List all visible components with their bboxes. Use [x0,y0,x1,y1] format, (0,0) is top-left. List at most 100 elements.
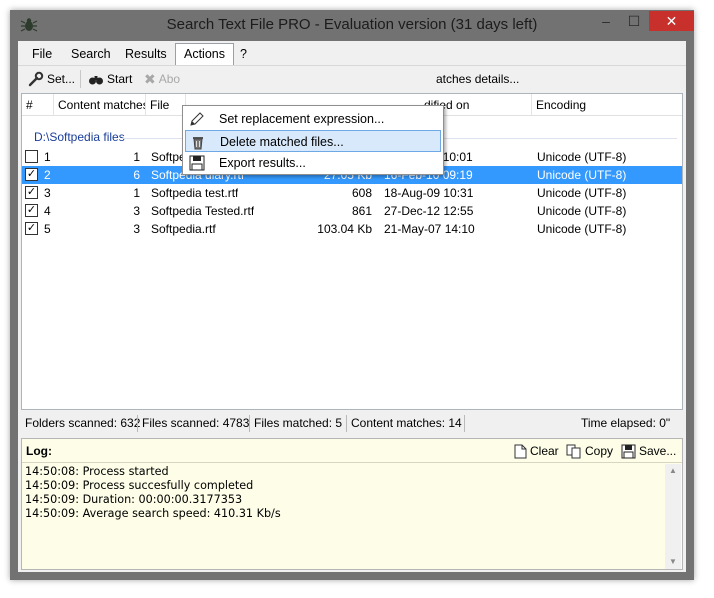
close-button[interactable]: ✕ [649,11,694,31]
row-number: 4 [44,204,51,218]
row-number: 3 [44,186,51,200]
minimize-button[interactable]: ‒ [593,11,619,31]
row-encoding: Unicode (UTF-8) [537,222,627,236]
menu-item-label: Export results... [219,156,306,170]
log-line: 14:50:09: Average search speed: 410.31 K… [25,507,281,520]
wrench-icon [28,71,44,87]
log-title: Log: [26,444,52,458]
log-line: 14:50:09: Duration: 00:00:00.3177353 [25,493,243,506]
table-row[interactable]: ✓ 4 3 Softpedia Tested.rtf 861 27-Dec-12… [22,202,682,220]
binoculars-icon [89,76,103,85]
matches-details-label: atches details... [436,72,520,86]
pencil-icon [190,112,204,126]
row-modified: 27-Dec-12 12:55 [384,204,474,218]
row-file: Softpedia.rtf [151,222,216,236]
log-save-label: Save... [639,444,677,458]
client-area: File Search Results Actions ? Set... Sta… [18,41,686,572]
table-row[interactable]: ✓ 5 3 Softpedia.rtf 103.04 Kb 21-May-07 … [22,220,682,238]
set-button[interactable]: Set... [28,70,75,88]
row-number: 1 [44,150,51,164]
status-content-matches: Content matches: 14 [351,416,462,430]
title-bar[interactable]: Search Text File PRO - Evaluation versio… [10,10,694,40]
menu-item-set-replacement[interactable]: Set replacement expression... [185,108,441,130]
log-scrollbar[interactable]: ▲ ▼ [665,464,681,569]
menu-item-export-results[interactable]: Export results... [185,152,441,174]
copy-icon [566,444,581,459]
row-file: Softpedia test.rtf [151,186,239,200]
menu-results[interactable]: Results [117,44,175,64]
app-window: Search Text File PRO - Evaluation versio… [10,10,694,580]
menu-actions[interactable]: Actions [175,43,234,66]
menu-item-delete-matched-files[interactable]: Delete matched files... [185,130,441,152]
status-folders-scanned: Folders scanned: 632 [25,416,141,430]
row-encoding: Unicode (UTF-8) [537,186,627,200]
log-text[interactable]: 14:50:08: Process started 14:50:09: Proc… [25,465,665,521]
log-copy-button[interactable]: Copy [566,443,613,460]
log-save-button[interactable]: Save... [621,443,676,460]
row-encoding: Unicode (UTF-8) [537,204,627,218]
row-modified: 18-Aug-09 10:31 [384,186,474,200]
status-separator [464,415,465,432]
scroll-down-arrow-icon[interactable]: ▼ [668,558,678,566]
column-header-file[interactable]: File [146,94,186,116]
row-matches: 1 [133,150,140,164]
row-matches: 1 [133,186,140,200]
start-button[interactable]: Start [88,70,132,88]
row-size: 103.04 Kb [317,222,372,236]
floppy-disk-icon [621,444,636,459]
status-bar: Folders scanned: 632 Files scanned: 4783… [21,412,683,434]
log-clear-button[interactable]: Clear [514,443,559,460]
row-modified: 21-May-07 14:10 [384,222,475,236]
row-checkbox[interactable]: ✓ [25,204,38,217]
row-size: 608 [351,186,372,200]
row-checkbox[interactable] [25,150,38,163]
menu-bar: File Search Results Actions ? [18,41,686,66]
row-matches: 6 [133,168,140,182]
abort-button[interactable]: ✖ Abo [144,70,180,88]
status-files-scanned: Files scanned: 4783 [142,416,250,430]
status-time-elapsed: Time elapsed: 0" [581,416,671,430]
log-line: 14:50:08: Process started [25,465,169,478]
row-number: 5 [44,222,51,236]
log-clear-label: Clear [530,444,559,458]
matches-details-button[interactable]: atches details... [436,70,519,88]
abort-label: Abo [158,72,181,86]
toolbar: Set... Start ✖ Abo atches details... [18,65,686,91]
row-checkbox[interactable]: ✓ [25,222,38,235]
log-line: 14:50:09: Process succesfully completed [25,479,254,492]
actions-dropdown-menu: Set replacement expression... Delete mat… [182,105,444,175]
column-header-encoding[interactable]: Encoding [532,94,682,116]
row-encoding: Unicode (UTF-8) [537,150,627,164]
row-encoding: Unicode (UTF-8) [537,168,627,182]
group-header: D:\Softpedia files [34,130,125,144]
maximize-button[interactable]: ☐ [621,11,647,31]
scroll-up-arrow-icon[interactable]: ▲ [668,467,678,475]
floppy-icon [189,155,205,171]
start-label: Start [107,72,133,86]
set-label: Set... [47,72,76,86]
trash-icon [193,137,203,150]
log-header: Log: Clear Copy Save... [22,439,682,463]
menu-item-label: Set replacement expression... [219,112,385,126]
row-file: Softpedia Tested.rtf [151,204,255,218]
menu-item-label: Delete matched files... [220,135,344,149]
window-title: Search Text File PRO - Evaluation versio… [166,16,538,33]
toolbar-separator [80,70,81,88]
log-copy-label: Copy [585,444,614,458]
row-checkbox[interactable]: ✓ [25,186,38,199]
row-matches: 3 [133,222,140,236]
log-panel: Log: Clear Copy Save... 14:50:08: Proces… [21,438,683,570]
row-number: 2 [44,168,51,182]
column-header-content-matches[interactable]: Content matches [54,94,146,116]
abort-x-icon: ✖ [144,71,156,87]
status-files-matched: Files matched: 5 [254,416,343,430]
row-size: 861 [351,204,372,218]
row-checkbox[interactable]: ✓ [25,168,38,181]
menu-help[interactable]: ? [232,44,255,64]
blank-document-icon [514,444,527,459]
table-row[interactable]: ✓ 3 1 Softpedia test.rtf 608 18-Aug-09 1… [22,184,682,202]
row-matches: 3 [133,204,140,218]
menu-search[interactable]: Search [63,44,119,64]
column-header-number[interactable]: # [22,94,54,116]
menu-file[interactable]: File [24,44,60,64]
